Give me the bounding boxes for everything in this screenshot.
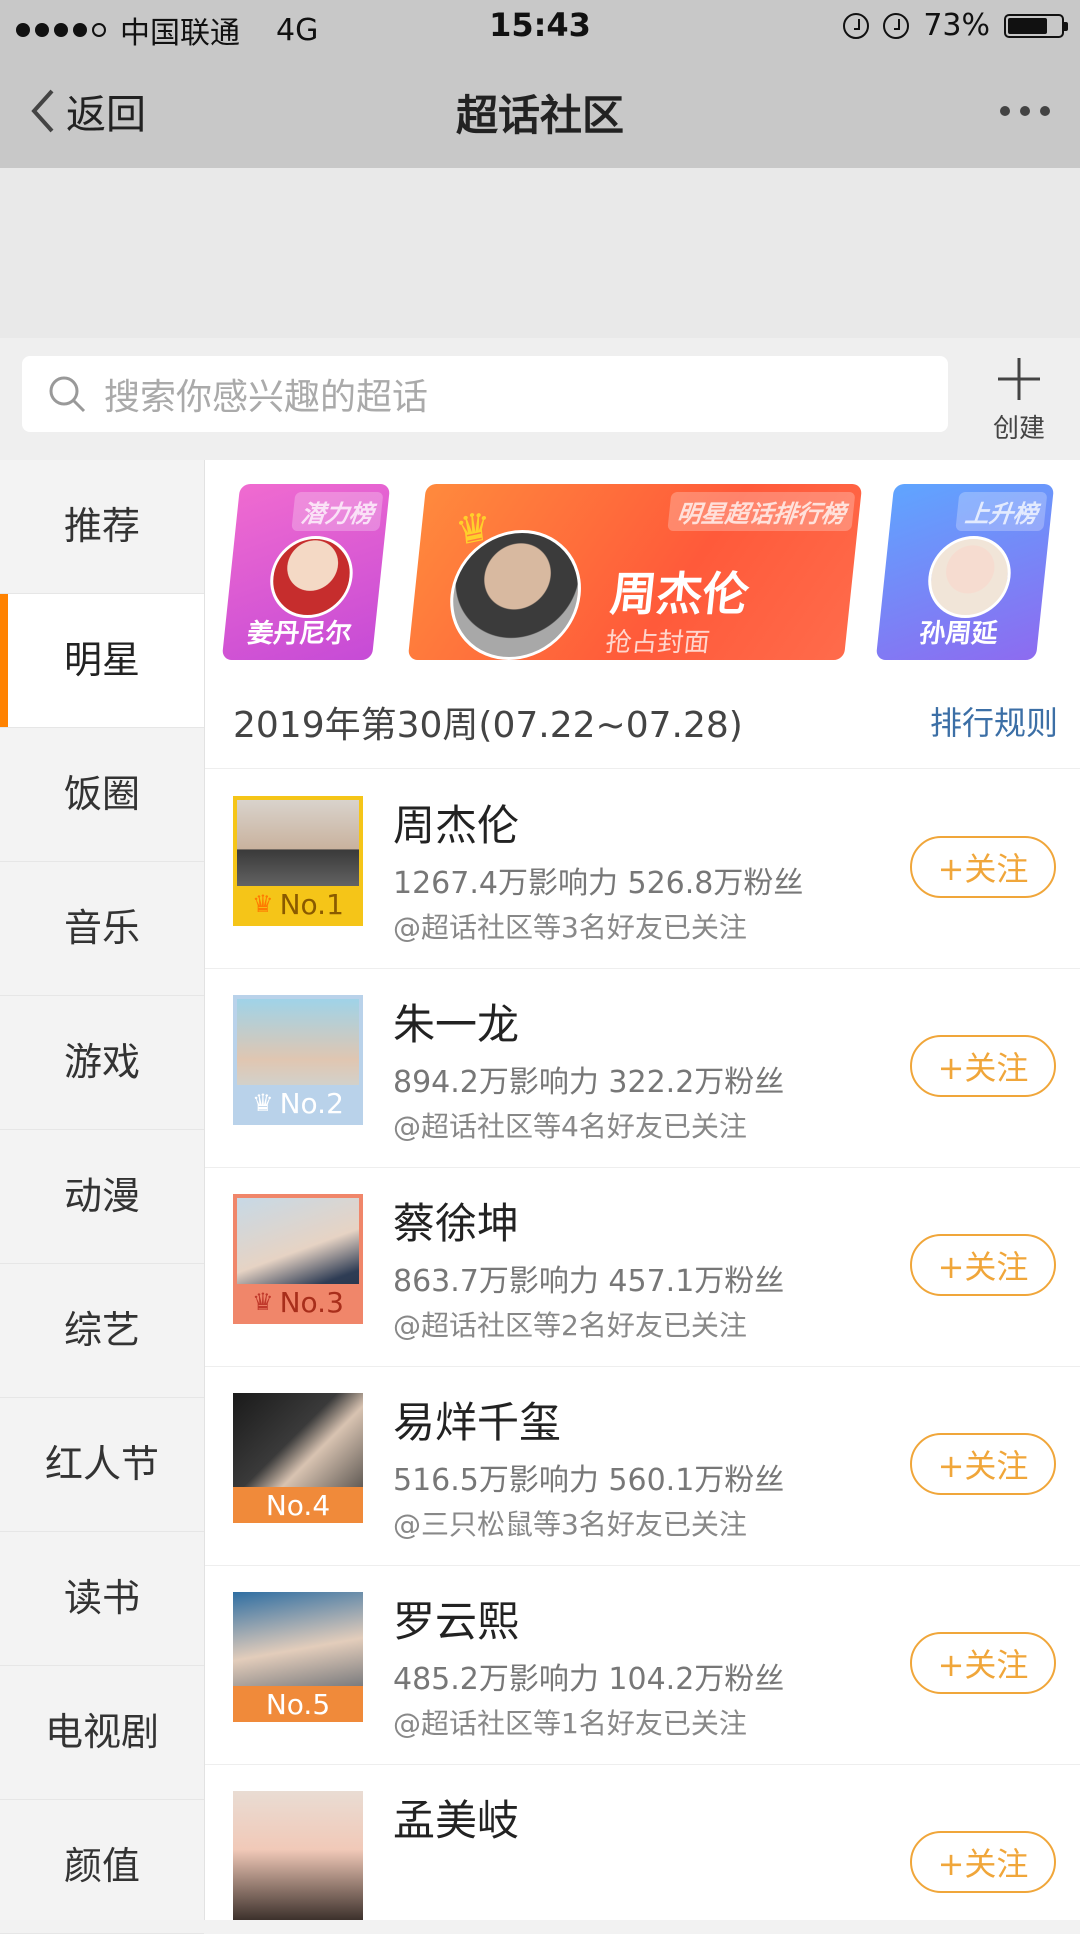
follow-button[interactable]: +关注 (910, 1831, 1056, 1893)
create-button[interactable]: 创建 (984, 356, 1054, 445)
status-bar: 中国联通 4G 15:43 73% (0, 0, 1080, 52)
star-name: 孟美岐 (393, 1796, 520, 1845)
alarm-icon (883, 12, 910, 39)
avatar (233, 1791, 363, 1920)
friends-followed: @超话社区等3名好友已关注 (393, 911, 747, 944)
star-stats: 863.7万影响力 457.1万粉丝 (393, 1264, 785, 1299)
banner-name: 姜丹尼尔 (245, 619, 354, 649)
week-header: 2019年第30周(07.22~07.28) 排行规则 (205, 674, 1080, 769)
rank-badge: ♛ No.2 (237, 1085, 359, 1121)
sidebar-item-music[interactable]: 音乐 (0, 862, 204, 996)
sidebar-item-stars[interactable]: 明星 (0, 594, 204, 728)
rising-rank-banner[interactable]: 上升榜 孙周延 (875, 484, 1055, 660)
week-label: 2019年第30周(07.22~07.28) (233, 705, 743, 746)
dot-icon (1020, 106, 1030, 116)
orientation-lock-icon (843, 12, 870, 39)
banner-tag: 上升榜 (955, 492, 1048, 531)
create-label: 创建 (992, 414, 1045, 444)
dot-icon (1040, 106, 1050, 116)
crown-icon: ♛ (252, 890, 274, 918)
crown-icon: ♛ (252, 1288, 274, 1316)
star-name: 蔡徐坤 (393, 1199, 520, 1248)
banner-tag: 潜力榜 (291, 492, 384, 531)
ranking-banners: 潜力榜 姜丹尼尔 明星超话排行榜 ♛ 周杰伦 抢占封面 上升榜 孙周延 (205, 484, 1080, 660)
more-button[interactable] (1000, 106, 1050, 116)
star-rank-banner[interactable]: 明星超话排行榜 ♛ 周杰伦 抢占封面 (407, 484, 863, 660)
avatar: ♛ No.2 (233, 995, 363, 1125)
rank-badge: ♛ No.3 (237, 1284, 359, 1320)
search-placeholder: 搜索你感兴趣的超话 (104, 377, 429, 418)
category-sidebar: 推荐 明星 饭圈 音乐 游戏 动漫 综艺 红人节 读书 电视剧 颜值 (0, 460, 205, 1934)
search-row: 搜索你感兴趣的超话 创建 (0, 338, 1080, 460)
search-input[interactable]: 搜索你感兴趣的超话 (22, 356, 948, 432)
star-stats: 485.2万影响力 104.2万粉丝 (393, 1662, 785, 1697)
sidebar-item-games[interactable]: 游戏 (0, 996, 204, 1130)
rank-badge: No.4 (233, 1487, 363, 1523)
plus-icon (998, 358, 1040, 400)
avatar: ♛ No.1 (233, 796, 363, 926)
sidebar-item-influencer[interactable]: 红人节 (0, 1398, 204, 1532)
search-icon (49, 376, 86, 413)
sidebar-item-variety[interactable]: 综艺 (0, 1264, 204, 1398)
friends-followed: @超话社区等1名好友已关注 (393, 1707, 747, 1740)
sidebar-item-tv[interactable]: 电视剧 (0, 1666, 204, 1800)
friends-followed: @三只松鼠等3名好友已关注 (393, 1508, 747, 1541)
follow-button[interactable]: +关注 (910, 1035, 1056, 1097)
star-name: 周杰伦 (393, 801, 520, 850)
follow-button[interactable]: +关注 (910, 1234, 1056, 1296)
rank-badge: ♛ No.1 (237, 886, 359, 922)
banner-name: 周杰伦 (607, 567, 752, 621)
list-item[interactable]: No.5 罗云熙 485.2万影响力 104.2万粉丝 @超话社区等1名好友已关… (205, 1566, 1080, 1765)
avatar: No.5 (233, 1592, 363, 1722)
rules-link[interactable]: 排行规则 (930, 698, 1058, 744)
list-item[interactable]: ♛ No.2 朱一龙 894.2万影响力 322.2万粉丝 @超话社区等4名好友已… (205, 969, 1080, 1168)
star-stats: 894.2万影响力 322.2万粉丝 (393, 1065, 785, 1100)
sidebar-item-recommend[interactable]: 推荐 (0, 460, 204, 594)
list-item[interactable]: ♛ No.3 蔡徐坤 863.7万影响力 457.1万粉丝 @超话社区等2名好友已… (205, 1168, 1080, 1367)
nav-bar: 返回 超话社区 (0, 52, 1080, 169)
star-name: 朱一龙 (393, 1000, 520, 1049)
follow-button[interactable]: +关注 (910, 1632, 1056, 1694)
sidebar-item-looks[interactable]: 颜值 (0, 1800, 204, 1934)
sidebar-item-anime[interactable]: 动漫 (0, 1130, 204, 1264)
ranking-list: ♛ No.1 周杰伦 1267.4万影响力 526.8万粉丝 @超话社区等3名好友… (205, 770, 1080, 1920)
star-name: 罗云熙 (393, 1597, 520, 1646)
rank-badge: No.5 (233, 1686, 363, 1722)
avatar (924, 536, 1015, 618)
potential-rank-banner[interactable]: 潜力榜 姜丹尼尔 (221, 484, 391, 660)
list-item[interactable]: ♛ No.1 周杰伦 1267.4万影响力 526.8万粉丝 @超话社区等3名好友… (205, 770, 1080, 969)
avatar (266, 536, 357, 618)
friends-followed: @超话社区等4名好友已关注 (393, 1110, 747, 1143)
list-item[interactable]: No.4 易烊千玺 516.5万影响力 560.1万粉丝 @三只松鼠等3名好友已… (205, 1367, 1080, 1566)
battery-icon (1004, 13, 1068, 38)
star-stats: 516.5万影响力 560.1万粉丝 (393, 1463, 785, 1498)
star-stats: 1267.4万影响力 526.8万粉丝 (393, 866, 804, 901)
battery-percent: 73% (923, 8, 990, 43)
main-content: 潜力榜 姜丹尼尔 明星超话排行榜 ♛ 周杰伦 抢占封面 上升榜 孙周延 2019… (205, 460, 1080, 1920)
avatar: ♛ No.3 (233, 1194, 363, 1324)
sidebar-item-reading[interactable]: 读书 (0, 1532, 204, 1666)
dot-icon (1000, 106, 1010, 116)
avatar: No.4 (233, 1393, 363, 1523)
star-name: 易烊千玺 (393, 1398, 562, 1447)
follow-button[interactable]: +关注 (910, 836, 1056, 898)
friends-followed: @超话社区等2名好友已关注 (393, 1309, 747, 1342)
banner-tag: 明星超话排行榜 (667, 492, 856, 531)
banner-name: 孙周延 (917, 619, 1000, 649)
banner-subtitle: 抢占封面 (603, 628, 712, 658)
list-item[interactable]: 孟美岐 +关注 (205, 1765, 1080, 1920)
header-spacer (0, 168, 1080, 338)
follow-button[interactable]: +关注 (910, 1433, 1056, 1495)
page-title: 超话社区 (455, 91, 624, 140)
sidebar-item-fandom[interactable]: 饭圈 (0, 728, 204, 862)
crown-icon: ♛ (252, 1089, 274, 1117)
